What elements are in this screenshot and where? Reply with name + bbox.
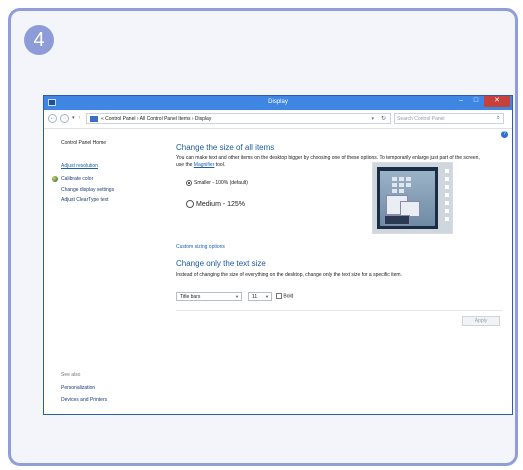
text-size-description: Instead of changing the size of everythi… xyxy=(176,272,402,278)
preview-tile xyxy=(392,189,397,193)
sidebar-item-personalization[interactable]: Personalization xyxy=(61,385,95,391)
chevron-down-icon: ▼ xyxy=(265,294,269,299)
preview-tile xyxy=(392,183,397,187)
sidebar-item-adjust-cleartype[interactable]: Adjust ClearType text xyxy=(61,197,109,203)
preview-dot xyxy=(445,209,449,213)
size-description-tail: tool. xyxy=(214,162,226,168)
sidebar: Control Panel Home Adjust resolution Cal… xyxy=(44,130,162,414)
preview-tile xyxy=(392,177,397,181)
recent-locations-chevron-icon[interactable]: ▾ xyxy=(72,115,75,121)
bold-checkbox-box[interactable] xyxy=(276,293,282,299)
preview-taskbar xyxy=(384,215,410,225)
preview-dot xyxy=(445,177,449,181)
preview-tile xyxy=(406,177,411,181)
color-calibrate-icon xyxy=(52,176,58,182)
item-select[interactable]: Title bars ▼ xyxy=(176,292,242,301)
sidebar-item-calibrate-color[interactable]: Calibrate color xyxy=(61,176,93,182)
option-smaller[interactable]: Smaller - 100% (default) xyxy=(186,180,248,186)
refresh-icon[interactable]: ↻ xyxy=(381,115,386,122)
search-icon[interactable]: ⌕ xyxy=(497,115,500,122)
option-medium[interactable]: Medium - 125% xyxy=(186,200,245,208)
control-panel-home-link[interactable]: Control Panel Home xyxy=(61,140,106,146)
preview-dot xyxy=(445,169,449,173)
font-size-select-value: 11 xyxy=(252,294,258,300)
search-box[interactable]: ⌕ xyxy=(394,113,504,124)
preview-tile xyxy=(399,183,404,187)
minimize-button[interactable]: – xyxy=(454,96,468,107)
sidebar-item-change-display-settings[interactable]: Change display settings xyxy=(61,187,114,193)
preview-dot xyxy=(445,185,449,189)
breadcrumb[interactable]: « Control Panel › All Control Panel Item… xyxy=(101,116,211,122)
divider xyxy=(176,310,502,311)
heading-change-size-all-items: Change the size of all items xyxy=(176,143,275,152)
search-input[interactable] xyxy=(397,115,487,123)
address-dropdown-icon[interactable]: ▾ xyxy=(371,116,374,122)
preview-tile xyxy=(399,177,404,181)
forward-arrow-icon[interactable]: → xyxy=(60,114,69,123)
back-arrow-icon[interactable]: ← xyxy=(48,114,57,123)
help-icon[interactable]: ? xyxy=(501,131,508,138)
main-content: Change the size of all items You can mak… xyxy=(176,130,502,414)
preview-monitor xyxy=(377,167,438,229)
navigation-bar: ← → ▾ ↑ « Control Panel › All Control Pa… xyxy=(44,110,512,129)
title-bar[interactable]: Display – □ ✕ xyxy=(44,96,512,110)
sidebar-item-devices-and-printers[interactable]: Devices and Printers xyxy=(61,397,107,403)
item-select-value: Title bars xyxy=(180,294,201,300)
custom-sizing-options-link[interactable]: Custom sizing options xyxy=(176,244,225,250)
display-control-panel-window: Display – □ ✕ ← → ▾ ↑ « Control Panel › … xyxy=(43,95,513,415)
bold-checkbox-label: Bold xyxy=(283,293,294,300)
step-number-badge: 4 xyxy=(24,25,54,55)
address-field[interactable]: « Control Panel › All Control Panel Item… xyxy=(86,113,391,124)
heading-change-text-size: Change only the text size xyxy=(176,259,266,268)
display-preview-icon xyxy=(372,162,453,234)
chevron-down-icon: ▼ xyxy=(235,294,239,299)
bold-checkbox[interactable]: Bold xyxy=(276,293,293,299)
maximize-button[interactable]: □ xyxy=(469,96,483,107)
apply-button[interactable]: Apply xyxy=(462,316,500,326)
preview-screen xyxy=(380,171,435,226)
instruction-card: 4 Display – □ ✕ ← → ▾ ↑ « Control Panel … xyxy=(8,8,518,466)
up-arrow-icon[interactable]: ↑ xyxy=(78,115,81,121)
radio-medium-label: Medium - 125% xyxy=(196,200,246,208)
sidebar-item-adjust-resolution[interactable]: Adjust resolution xyxy=(61,163,98,169)
close-button[interactable]: ✕ xyxy=(484,96,510,107)
preview-tile xyxy=(406,183,411,187)
radio-smaller-label: Smaller - 100% (default) xyxy=(194,180,248,186)
font-size-select[interactable]: 11 ▼ xyxy=(248,292,272,301)
radio-smaller[interactable] xyxy=(186,180,192,186)
preview-dot xyxy=(445,193,449,197)
magnifier-link[interactable]: Magnifier xyxy=(194,162,215,168)
preview-tile xyxy=(399,189,404,193)
radio-medium[interactable] xyxy=(186,200,194,208)
preview-dot xyxy=(445,201,449,205)
preview-dot xyxy=(445,217,449,221)
folder-icon xyxy=(90,116,98,122)
see-also-heading: See also xyxy=(61,372,81,378)
window-title: Display xyxy=(268,99,288,105)
